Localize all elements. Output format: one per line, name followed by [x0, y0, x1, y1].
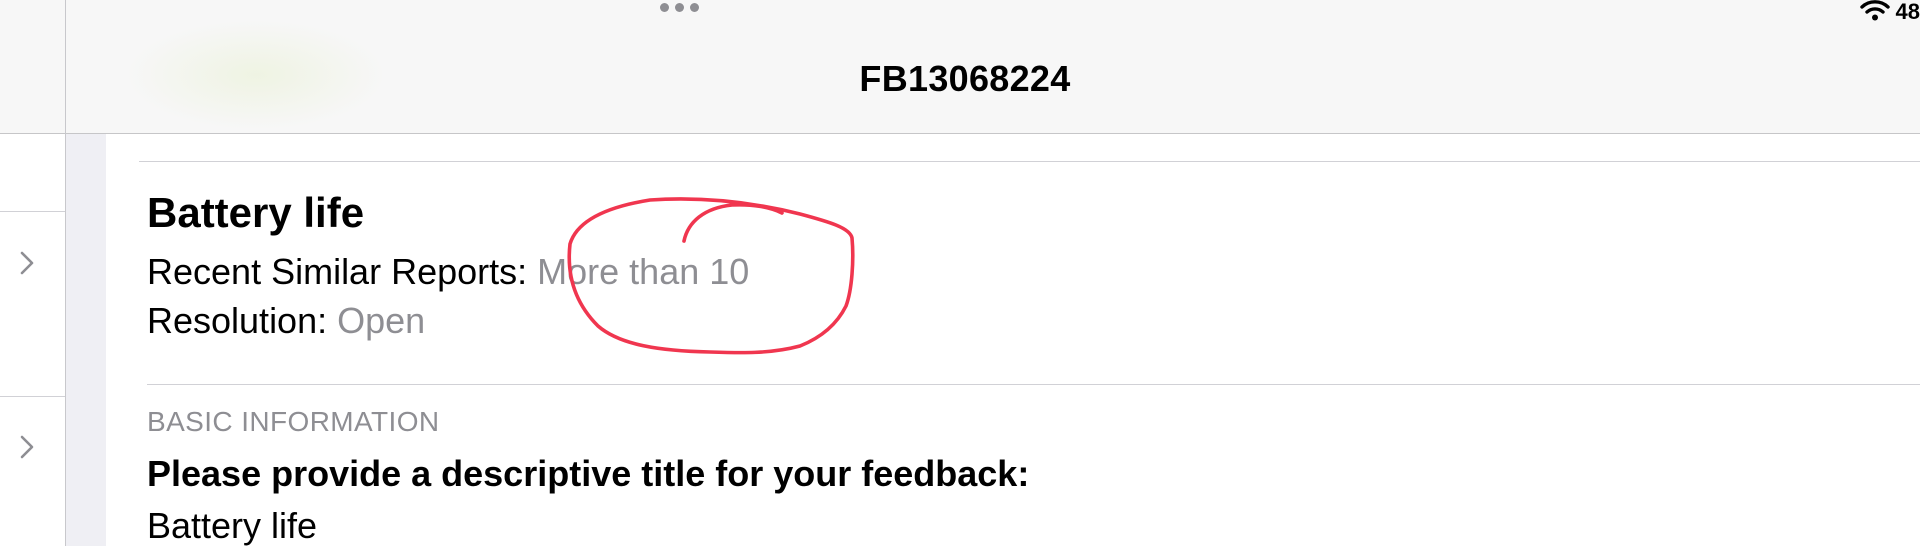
separator: [147, 384, 1920, 385]
question-title: Please provide a descriptive title for y…: [147, 453, 1030, 494]
similar-reports-label: Recent Similar Reports:: [147, 251, 528, 292]
separator: [139, 161, 1920, 162]
wifi-icon: [1859, 0, 1890, 26]
sidebar-navbar: [0, 0, 65, 134]
similar-reports-row: Recent Similar Reports: More than 10: [147, 251, 749, 293]
content-gutter: [66, 134, 106, 546]
multitasking-menu-icon[interactable]: [660, 3, 699, 12]
page-title: FB13068224: [859, 58, 1071, 99]
answer-title: Battery life: [147, 505, 318, 546]
sidebar: [0, 0, 66, 546]
sidebar-row-chevron-icon[interactable]: [16, 432, 38, 462]
feedback-detail: Battery life Recent Similar Reports: Mor…: [106, 134, 1920, 546]
similar-reports-value: More than 10: [537, 251, 750, 292]
report-title: Battery life: [147, 189, 365, 236]
sidebar-row-chevron-icon[interactable]: [16, 248, 38, 278]
screen: FB13068224 48 Battery life Recent Simila…: [0, 0, 1920, 546]
resolution-row: Resolution: Open: [147, 300, 425, 342]
battery-percentage: 48: [1895, 0, 1920, 24]
resolution-value: Open: [337, 300, 426, 341]
sidebar-divider: [0, 396, 65, 397]
navigation-bar: FB13068224 48: [66, 0, 1920, 134]
status-bar: 48: [1859, 0, 1920, 26]
section-header-basic-information: BASIC INFORMATION: [147, 406, 440, 437]
resolution-label: Resolution:: [147, 300, 328, 341]
sidebar-divider: [0, 211, 65, 212]
